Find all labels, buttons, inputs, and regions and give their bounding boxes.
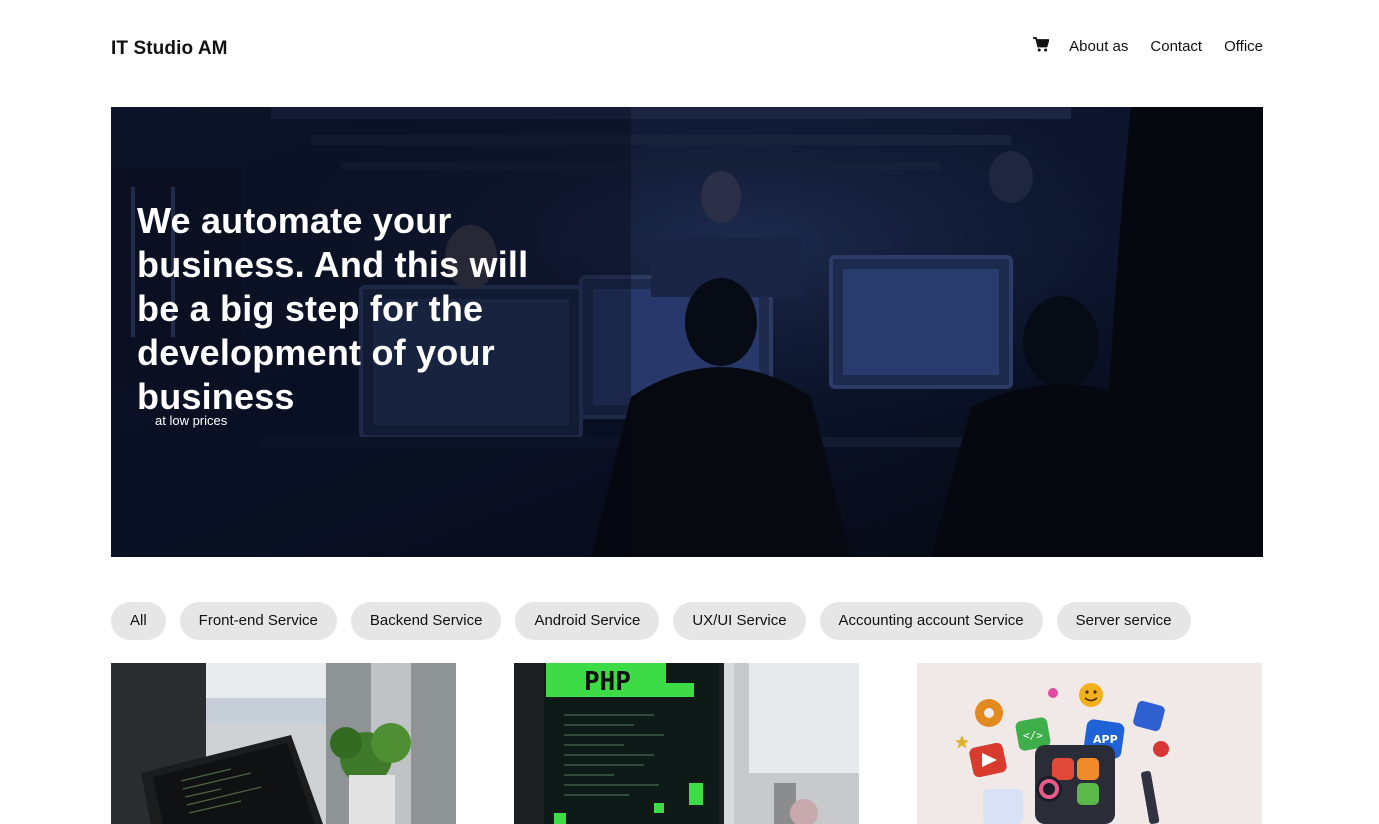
filter-all[interactable]: All bbox=[111, 602, 166, 640]
service-card-laptop[interactable] bbox=[111, 663, 456, 824]
site-header: IT Studio AM About as Contact Office bbox=[111, 0, 1263, 100]
nav-about[interactable]: About as bbox=[1069, 38, 1128, 55]
hero-title: We automate your business. And this will… bbox=[137, 200, 529, 417]
filter-android[interactable]: Android Service bbox=[515, 602, 660, 640]
app-badge: APP bbox=[1093, 733, 1118, 746]
cart-icon[interactable] bbox=[1033, 36, 1050, 53]
php-monitor-image: PHP bbox=[514, 663, 859, 824]
php-badge: PHP bbox=[584, 667, 631, 697]
app-icons-image: </> APP bbox=[917, 663, 1262, 824]
filter-server[interactable]: Server service bbox=[1056, 602, 1191, 640]
service-filters: All Front-end Service Backend Service An… bbox=[111, 602, 1263, 640]
service-card-php[interactable]: PHP bbox=[514, 663, 859, 824]
hero-subtitle: at low prices bbox=[155, 413, 228, 428]
site-logo[interactable]: IT Studio AM bbox=[111, 38, 228, 60]
laptop-code-image bbox=[111, 663, 456, 824]
filter-backend[interactable]: Backend Service bbox=[350, 602, 502, 640]
filter-front-end[interactable]: Front-end Service bbox=[179, 602, 337, 640]
main-nav: About as Contact Office bbox=[1033, 36, 1263, 55]
hero-banner: We automate your business. And this will… bbox=[111, 107, 1263, 557]
service-cards: PHP </> APP bbox=[111, 663, 1263, 824]
nav-contact[interactable]: Contact bbox=[1150, 38, 1202, 55]
service-card-apps[interactable]: </> APP bbox=[917, 663, 1262, 824]
filter-accounting[interactable]: Accounting account Service bbox=[819, 602, 1043, 640]
nav-office[interactable]: Office bbox=[1224, 38, 1263, 55]
filter-ux-ui[interactable]: UX/UI Service bbox=[673, 602, 806, 640]
svg-text:</>: </> bbox=[1023, 729, 1043, 742]
